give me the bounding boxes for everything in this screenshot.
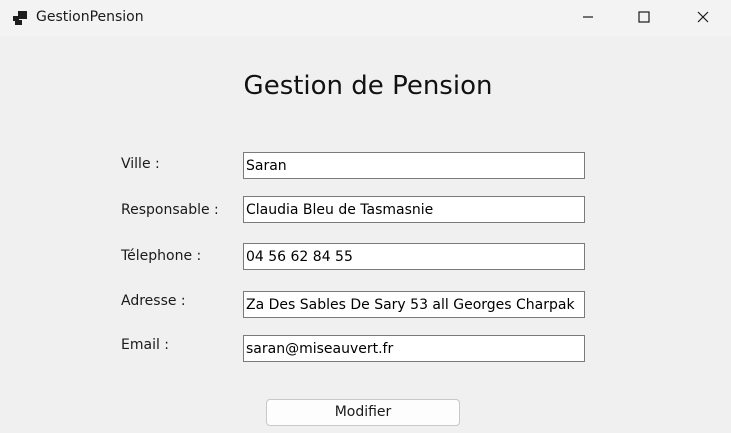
- app-window: GestionPension Gestion de Pension Ville …: [0, 0, 731, 433]
- maximize-icon: [638, 8, 650, 27]
- app-icon: [12, 10, 28, 26]
- email-input[interactable]: [243, 335, 585, 362]
- telephone-input[interactable]: [243, 243, 585, 270]
- minimize-icon: [582, 8, 594, 27]
- adresse-input[interactable]: [243, 291, 585, 318]
- telephone-label: Télephone :: [121, 248, 202, 264]
- close-button[interactable]: [680, 0, 726, 34]
- responsable-input[interactable]: [243, 196, 585, 223]
- email-label: Email :: [121, 337, 170, 353]
- window-title: GestionPension: [36, 9, 144, 25]
- title-bar[interactable]: GestionPension: [0, 0, 731, 36]
- adresse-label: Adresse :: [121, 293, 186, 309]
- form-heading: Gestion de Pension: [243, 71, 493, 101]
- responsable-label: Responsable :: [121, 202, 219, 218]
- modifier-button[interactable]: Modifier: [266, 399, 460, 426]
- close-icon: [697, 8, 709, 27]
- ville-input[interactable]: [243, 152, 585, 179]
- maximize-button[interactable]: [621, 0, 667, 34]
- ville-label: Ville :: [121, 156, 160, 172]
- minimize-button[interactable]: [565, 0, 611, 34]
